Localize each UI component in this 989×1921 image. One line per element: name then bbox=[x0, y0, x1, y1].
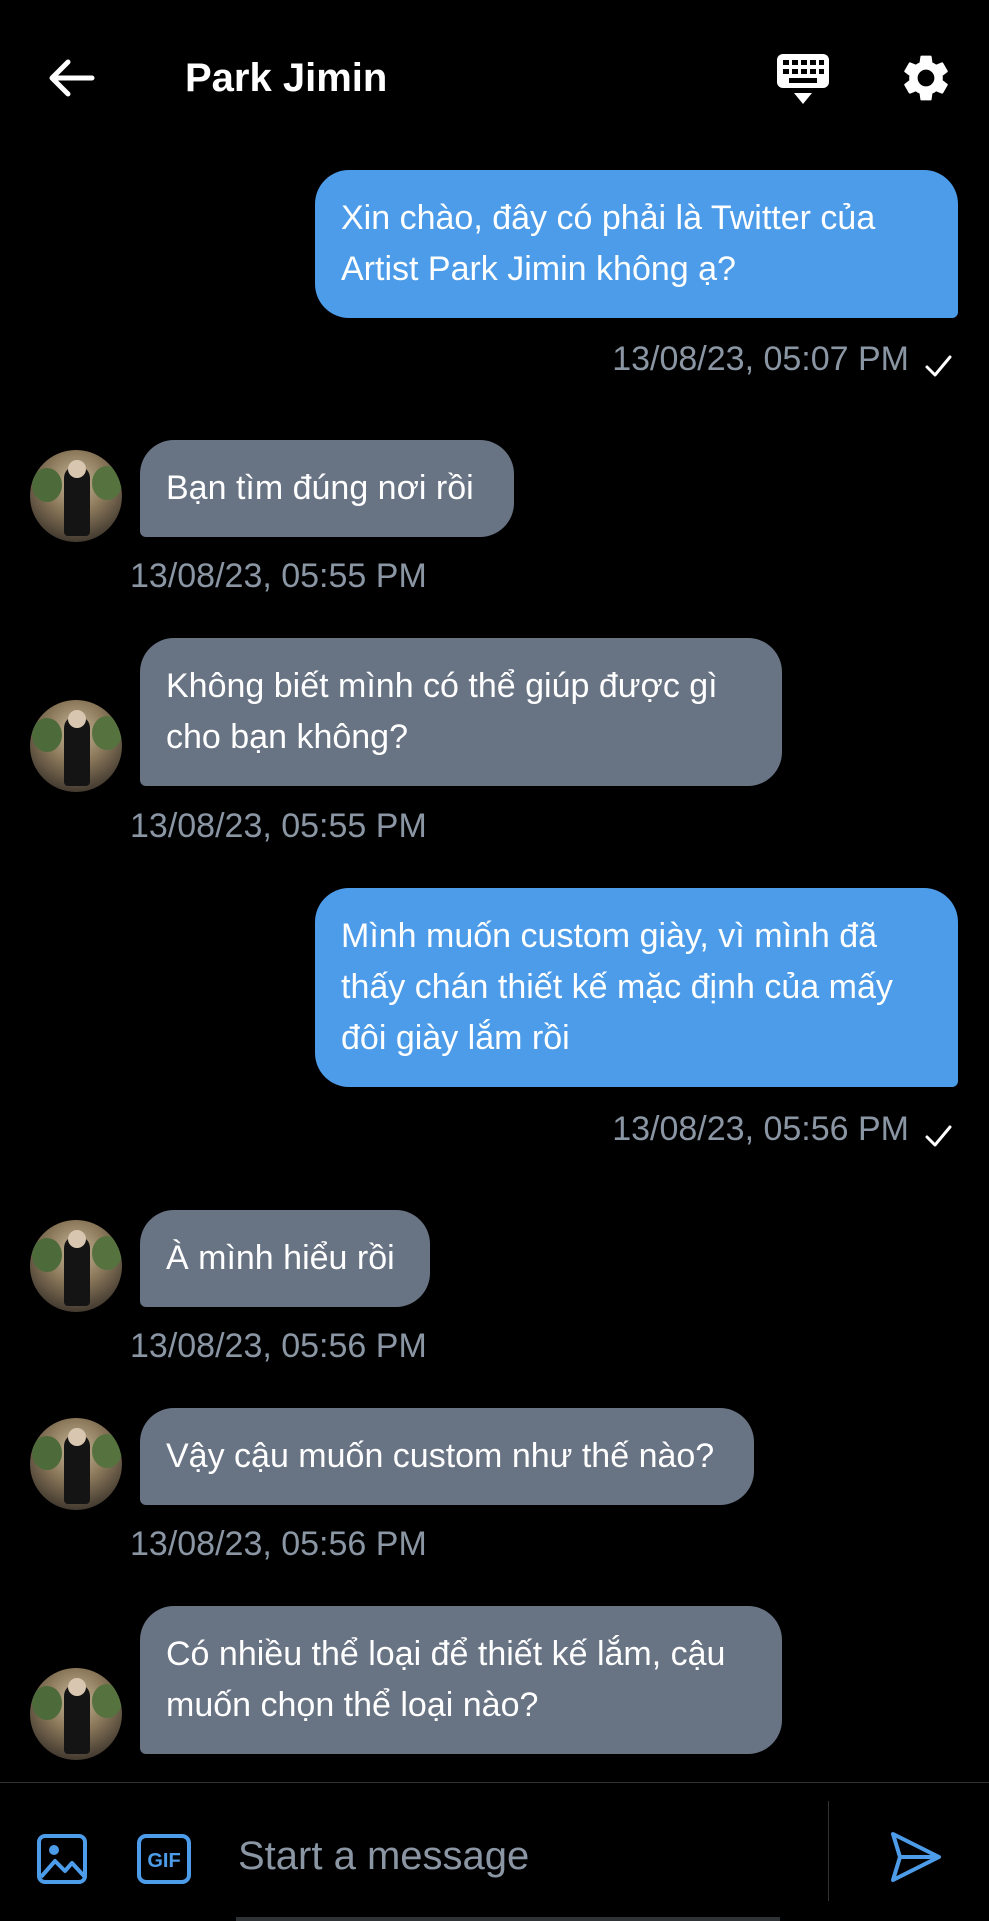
message-text: Mình muốn custom giày, vì mình đã thấy c… bbox=[341, 917, 893, 1057]
keyboard-shortcuts-button[interactable] bbox=[772, 48, 834, 110]
message-timestamp: 13/08/23, 05:55 PM bbox=[130, 807, 427, 845]
back-button[interactable] bbox=[44, 50, 100, 106]
outgoing-message-bubble[interactable]: Mình muốn custom giày, vì mình đã thấy c… bbox=[315, 888, 958, 1087]
message-text: À mình hiểu rồi bbox=[166, 1239, 395, 1277]
back-arrow-icon bbox=[49, 59, 95, 97]
message-timestamp: 13/08/23, 05:55 PM bbox=[130, 557, 427, 595]
message-text: Không biết mình có thể giúp được gì cho … bbox=[166, 667, 718, 756]
incoming-message-bubble[interactable]: Không biết mình có thể giúp được gì cho … bbox=[140, 638, 782, 786]
add-gif-button[interactable]: GIF bbox=[136, 1833, 192, 1885]
send-icon bbox=[891, 1832, 941, 1882]
gif-icon: GIF bbox=[137, 1834, 191, 1884]
incoming-message-bubble[interactable]: À mình hiểu rồi bbox=[140, 1210, 430, 1307]
incoming-message-bubble[interactable]: Có nhiều thể loại để thiết kế lắm, cậu m… bbox=[140, 1606, 782, 1754]
send-button[interactable] bbox=[888, 1829, 944, 1885]
message-timestamp: 13/08/23, 05:56 PM bbox=[612, 1110, 909, 1148]
incoming-message-bubble[interactable]: Vậy cậu muốn custom như thế nào? bbox=[140, 1408, 754, 1505]
avatar[interactable] bbox=[30, 700, 122, 792]
settings-button[interactable] bbox=[898, 50, 954, 106]
message-text: Có nhiều thể loại để thiết kế lắm, cậu m… bbox=[166, 1635, 726, 1724]
add-image-button[interactable] bbox=[36, 1833, 88, 1885]
message-text: Xin chào, đây có phải là Twitter của Art… bbox=[341, 199, 876, 288]
avatar[interactable] bbox=[30, 1220, 122, 1312]
message-input[interactable] bbox=[236, 1823, 820, 1889]
gear-icon bbox=[904, 55, 948, 101]
composer-underline bbox=[236, 1917, 780, 1921]
gif-label: GIF bbox=[147, 1850, 180, 1872]
chat-header: Park Jimin bbox=[0, 0, 989, 160]
incoming-message-bubble[interactable]: Bạn tìm đúng nơi rồi bbox=[140, 440, 514, 537]
read-check-icon bbox=[925, 355, 952, 377]
message-timestamp: 13/08/23, 05:56 PM bbox=[130, 1525, 427, 1563]
message-text: Vậy cậu muốn custom như thế nào? bbox=[166, 1437, 715, 1475]
conversation-title: Park Jimin bbox=[185, 56, 388, 100]
avatar[interactable] bbox=[30, 450, 122, 542]
message-text: Bạn tìm đúng nơi rồi bbox=[166, 469, 474, 507]
message-timestamp: 13/08/23, 05:56 PM bbox=[130, 1327, 427, 1365]
keyboard-icon bbox=[777, 54, 829, 104]
read-check-icon bbox=[925, 1125, 952, 1147]
image-icon bbox=[37, 1834, 87, 1884]
message-timestamp: 13/08/23, 05:07 PM bbox=[612, 340, 909, 378]
avatar[interactable] bbox=[30, 1668, 122, 1760]
message-composer: GIF bbox=[0, 1782, 989, 1921]
composer-divider bbox=[828, 1801, 829, 1901]
avatar[interactable] bbox=[30, 1418, 122, 1510]
outgoing-message-bubble[interactable]: Xin chào, đây có phải là Twitter của Art… bbox=[315, 170, 958, 318]
